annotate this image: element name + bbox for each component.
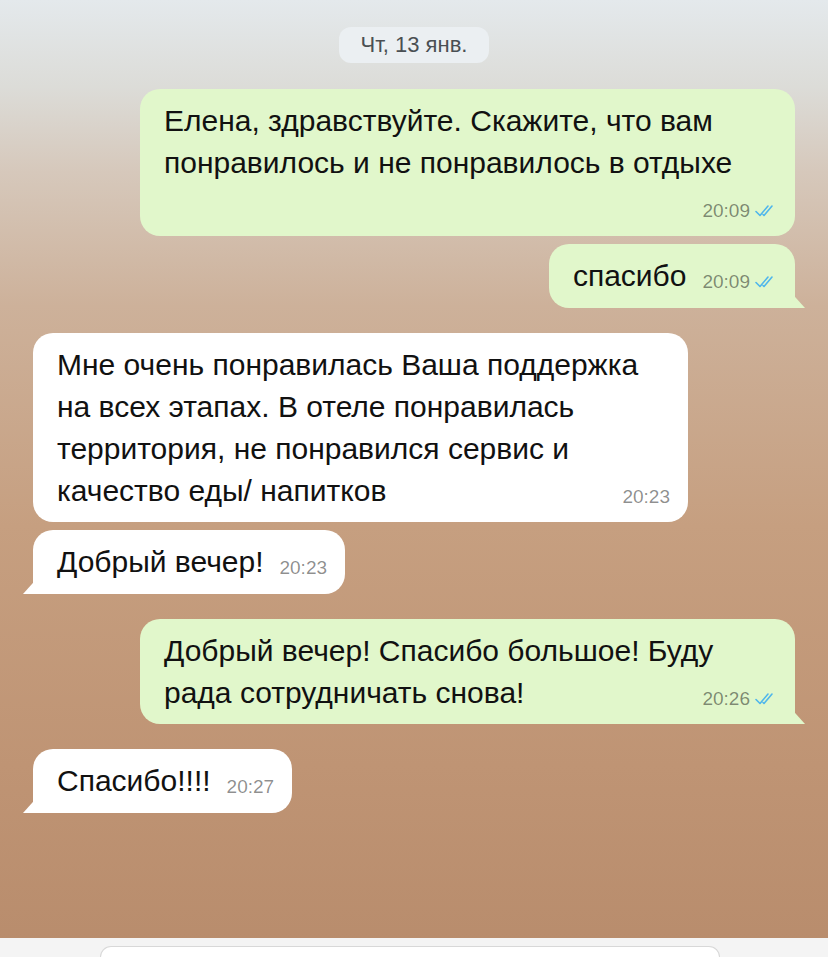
message-row: спасибо 20:09 bbox=[33, 244, 795, 308]
bubble-tail bbox=[787, 288, 805, 308]
message-list[interactable]: Чт, 13 янв. Елена, здравствуйте. Скажите… bbox=[0, 0, 828, 938]
message-row: Добрый вечер! Спасибо большое! Буду рада… bbox=[33, 619, 795, 724]
message-row: Елена, здравствуйте. Скажите, что вам по… bbox=[33, 89, 795, 236]
message-meta: 20:23 bbox=[279, 541, 327, 583]
bubble-tail bbox=[23, 574, 41, 594]
message-time: 20:27 bbox=[227, 776, 275, 797]
double-check-icon bbox=[755, 275, 777, 289]
message-bubble[interactable]: Мне очень понравилась Ваша поддержка на … bbox=[33, 333, 688, 522]
message-text: Елена, здравствуйте. Скажите, что вам по… bbox=[164, 104, 732, 179]
message-input[interactable] bbox=[100, 946, 720, 957]
double-check-icon bbox=[755, 692, 777, 706]
message-time: 20:23 bbox=[279, 557, 327, 578]
message-row: Спасибо!!!! 20:27 bbox=[33, 749, 795, 813]
bubble-tail bbox=[23, 793, 41, 813]
message-text: Мне очень понравилась Ваша поддержка на … bbox=[57, 348, 638, 507]
message-text: Добрый вечер! Спасибо большое! Буду рада… bbox=[164, 634, 713, 709]
double-check-icon bbox=[755, 204, 777, 218]
message-bubble[interactable]: Спасибо!!!! 20:27 bbox=[33, 749, 292, 813]
message-bubble[interactable]: спасибо 20:09 bbox=[549, 244, 795, 308]
message-time: 20:26 bbox=[702, 688, 750, 709]
bubble-tail bbox=[787, 704, 805, 724]
message-meta: 20:26 bbox=[702, 672, 777, 714]
message-time: 20:09 bbox=[702, 271, 750, 292]
message-text: спасибо bbox=[573, 259, 687, 292]
input-bar[interactable] bbox=[0, 938, 828, 957]
chat-window: Чт, 13 янв. Елена, здравствуйте. Скажите… bbox=[0, 0, 828, 957]
message-bubble[interactable]: Добрый вечер! 20:23 bbox=[33, 530, 345, 594]
date-label: Чт, 13 янв. bbox=[339, 27, 490, 63]
message-bubble[interactable]: Добрый вечер! Спасибо большое! Буду рада… bbox=[140, 619, 795, 724]
message-text: Добрый вечер! bbox=[57, 545, 263, 578]
message-row: Добрый вечер! 20:23 bbox=[33, 530, 795, 594]
message-row: Мне очень понравилась Ваша поддержка на … bbox=[33, 333, 795, 522]
message-bubble[interactable]: Елена, здравствуйте. Скажите, что вам по… bbox=[140, 89, 795, 236]
message-time: 20:09 bbox=[702, 200, 750, 221]
message-meta: 20:27 bbox=[227, 760, 275, 802]
message-meta: 20:23 bbox=[622, 470, 670, 512]
message-time: 20:23 bbox=[622, 486, 670, 507]
message-meta: 20:09 bbox=[702, 255, 777, 297]
message-meta: 20:09 bbox=[702, 184, 777, 226]
message-text: Спасибо!!!! bbox=[57, 764, 211, 797]
